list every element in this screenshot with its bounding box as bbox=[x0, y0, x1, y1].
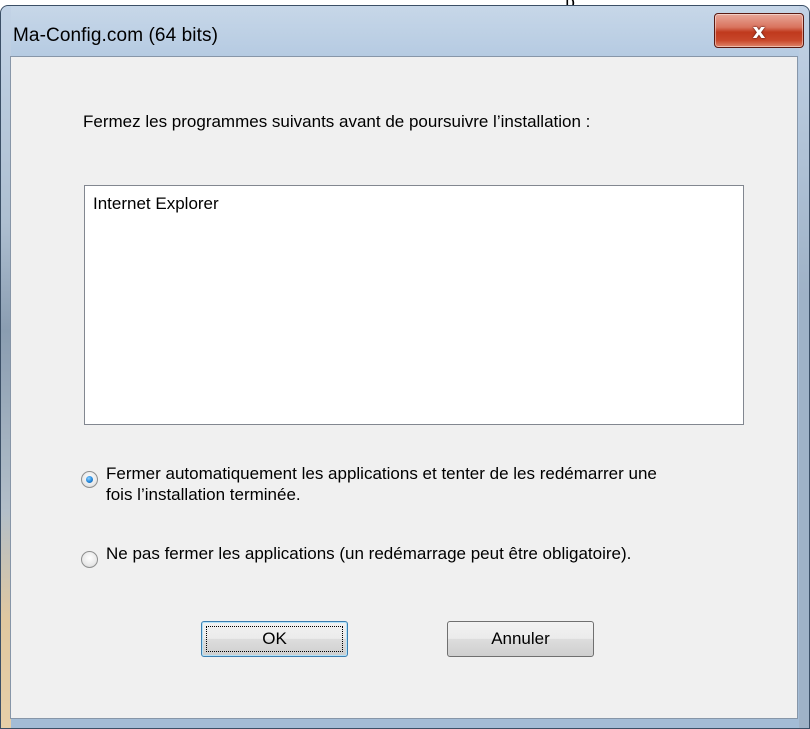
list-item[interactable]: Internet Explorer bbox=[93, 194, 219, 214]
ok-button[interactable]: OK bbox=[201, 621, 348, 657]
close-button[interactable]: x bbox=[714, 13, 804, 48]
programs-listbox[interactable]: Internet Explorer bbox=[84, 185, 744, 425]
close-icon: x bbox=[752, 18, 766, 43]
radio-auto-close[interactable] bbox=[81, 471, 98, 488]
instruction-text: Fermez les programmes suivants avant de … bbox=[83, 112, 591, 131]
cancel-button-label: Annuler bbox=[491, 629, 550, 648]
cancel-button[interactable]: Annuler bbox=[447, 621, 594, 657]
option-do-not-close-label[interactable]: Ne pas fermer les applications (un redém… bbox=[106, 543, 666, 564]
window-title: Ma-Config.com (64 bits) bbox=[13, 25, 219, 46]
dialog-content: Fermez les programmes suivants avant de … bbox=[10, 56, 798, 719]
option-do-not-close[interactable]: Ne pas fermer les applications (un redém… bbox=[81, 543, 666, 568]
option-auto-close[interactable]: Fermer automatiquement les applications … bbox=[81, 463, 666, 505]
focus-rectangle bbox=[206, 626, 343, 652]
radio-do-not-close[interactable] bbox=[81, 551, 98, 568]
dialog-window: Ma-Config.com (64 bits) x Fermez les pro… bbox=[0, 5, 810, 729]
option-auto-close-label[interactable]: Fermer automatiquement les applications … bbox=[106, 463, 666, 505]
